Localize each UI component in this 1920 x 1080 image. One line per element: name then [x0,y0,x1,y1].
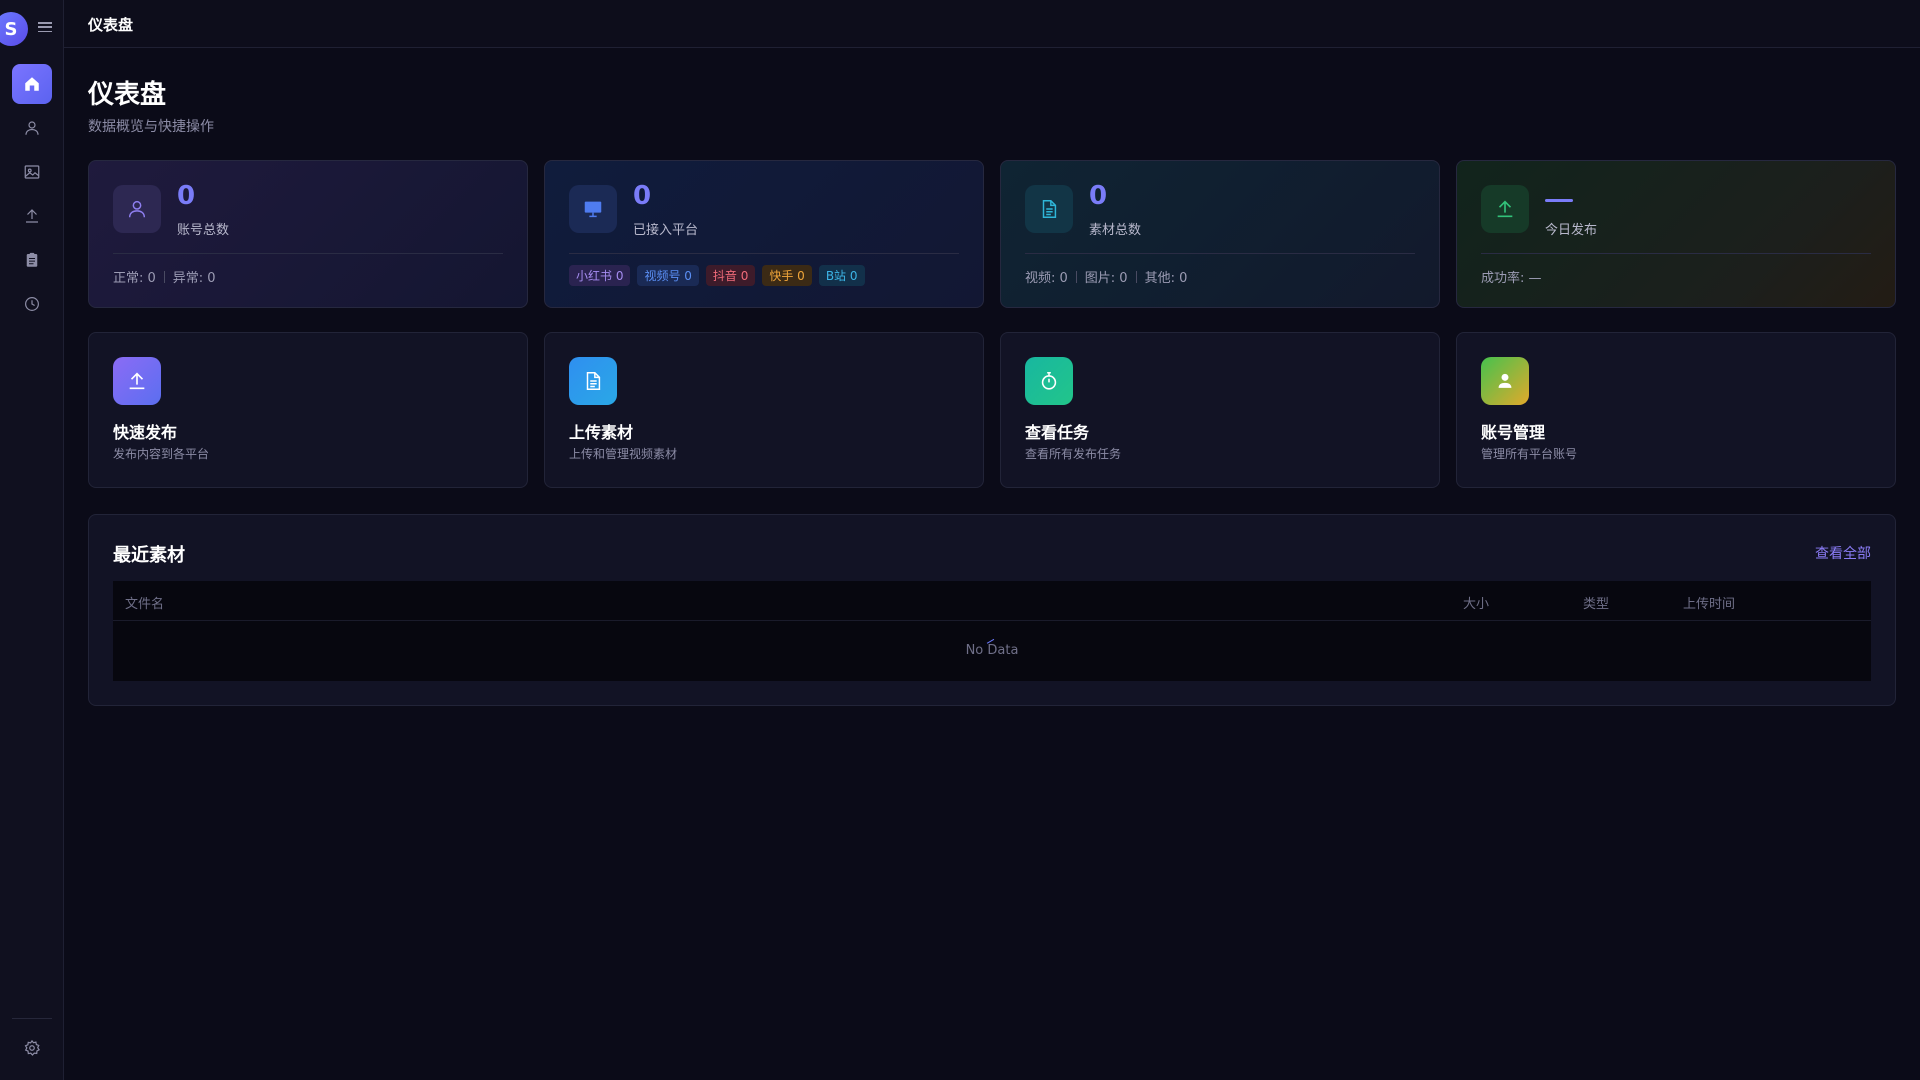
stat-images: 图片: 0 [1084,271,1128,286]
stat-footer: 成功率: — [1481,267,1542,286]
tag-douyin: 抖音 0 [705,265,756,286]
stat-label: 素材总数 [1089,223,1142,238]
stat-value-placeholder [1545,199,1573,202]
page-subtitle: 数据概览与快捷操作 [88,119,214,135]
quick-action-desc: 发布内容到各平台 [113,447,210,461]
upload-icon [129,372,145,390]
user-icon [128,200,146,218]
stopwatch-icon [1041,371,1057,390]
stat-card-accounts: 0 账号总数 正常: 0 异常: 0 [88,160,528,308]
quick-action-desc: 查看所有发布任务 [1025,447,1122,461]
stat-footer: 视频: 0 图片: 0 其他: 0 [1025,267,1187,286]
sidebar: S [0,0,64,1080]
quick-action-title: 查看任务 [1025,423,1090,442]
upload-icon [26,209,38,223]
brand-avatar[interactable]: S [0,12,28,46]
sidebar-item-dashboard[interactable] [12,64,52,104]
column-size[interactable]: 大小 [1463,593,1489,612]
stat-abnormal: 异常: 0 [172,271,216,286]
document-icon [1042,200,1057,218]
quick-action-icon [1481,357,1529,405]
sidebar-item-settings[interactable] [12,1028,52,1068]
gear-icon [24,1039,41,1056]
sidebar-item-history[interactable] [12,284,52,324]
stat-icon-platforms [569,185,617,233]
stat-card-today-published: 今日发布 成功率: — [1456,160,1896,308]
quick-action-title: 快速发布 [113,423,178,442]
stat-footer: 正常: 0 异常: 0 [113,267,216,286]
column-filename[interactable]: 文件名 [125,593,164,612]
quick-action-account-management[interactable]: 账号管理 管理所有平台账号 [1456,332,1896,488]
quick-action-desc: 上传和管理视频素材 [569,447,678,461]
menu-toggle-icon[interactable] [38,20,52,34]
stat-others: 其他: 0 [1144,271,1188,286]
page-title: 仪表盘 [88,80,167,110]
platform-tags: 小红书 0 视频号 0 抖音 0 快手 0 B站 0 [569,265,872,286]
recent-materials-title: 最近素材 [113,545,185,566]
recent-materials-panel: 最近素材 查看全部 文件名 大小 类型 上传时间 No Data [88,514,1896,706]
divider [1025,253,1415,254]
recent-materials-table: 文件名 大小 类型 上传时间 No Data [113,581,1871,681]
home-icon [25,77,39,91]
column-type[interactable]: 类型 [1583,593,1609,612]
stat-icon-accounts [113,185,161,233]
table-header: 文件名 大小 类型 上传时间 [113,581,1871,621]
divider [1481,253,1871,254]
document-icon [586,372,601,390]
quick-action-icon [569,357,617,405]
stat-normal: 正常: 0 [113,271,156,286]
stat-label: 已接入平台 [633,223,699,238]
user-icon [25,121,39,135]
quick-action-icon [113,357,161,405]
view-all-link[interactable]: 查看全部 [1815,543,1871,563]
topbar: 仪表盘 [64,0,1920,48]
quick-action-view-tasks[interactable]: 查看任务 查看所有发布任务 [1000,332,1440,488]
sidebar-item-accounts[interactable] [12,108,52,148]
sidebar-item-tasks[interactable] [12,240,52,280]
quick-action-title: 上传素材 [569,423,634,442]
stat-label: 今日发布 [1545,223,1598,238]
stat-value: 0 [1089,181,1108,211]
tag-xiaohongshu: 小红书 0 [569,265,631,286]
tag-bilibili: B站 0 [818,265,865,286]
monitor-icon [584,201,602,218]
separator [163,270,165,283]
quick-action-title: 账号管理 [1481,423,1546,442]
sidebar-divider [12,1018,52,1019]
user-icon [1498,373,1512,388]
clock-icon [25,297,39,311]
quick-action-icon [1025,357,1073,405]
quick-action-upload-material[interactable]: 上传素材 上传和管理视频素材 [544,332,984,488]
stat-card-platforms: 0 已接入平台 小红书 0 视频号 0 抖音 0 快手 0 B站 0 [544,160,984,308]
stat-icon-published [1481,185,1529,233]
upload-icon [1497,200,1513,218]
stat-label: 账号总数 [177,223,230,238]
clipboard-icon [26,252,38,267]
quick-action-desc: 管理所有平台账号 [1481,447,1578,461]
divider [113,253,503,254]
image-icon [24,165,40,179]
sidebar-item-publish[interactable] [12,196,52,236]
stat-card-materials: 0 素材总数 视频: 0 图片: 0 其他: 0 [1000,160,1440,308]
sidebar-item-materials[interactable] [12,152,52,192]
divider [569,253,959,254]
topbar-title: 仪表盘 [88,16,134,34]
stat-success-rate: 成功率: — [1481,271,1542,286]
column-upload-time[interactable]: 上传时间 [1683,593,1735,612]
stat-icon-materials [1025,185,1073,233]
tag-kuaishou: 快手 0 [762,265,812,286]
stat-videos: 视频: 0 [1025,271,1068,286]
separator [1135,270,1137,283]
stat-value: 0 [177,181,196,211]
separator [1075,270,1077,283]
empty-state: No Data [965,643,1019,658]
tag-shipinhao: 视频号 0 [637,265,699,286]
quick-action-publish[interactable]: 快速发布 发布内容到各平台 [88,332,528,488]
stat-value: 0 [633,181,652,211]
